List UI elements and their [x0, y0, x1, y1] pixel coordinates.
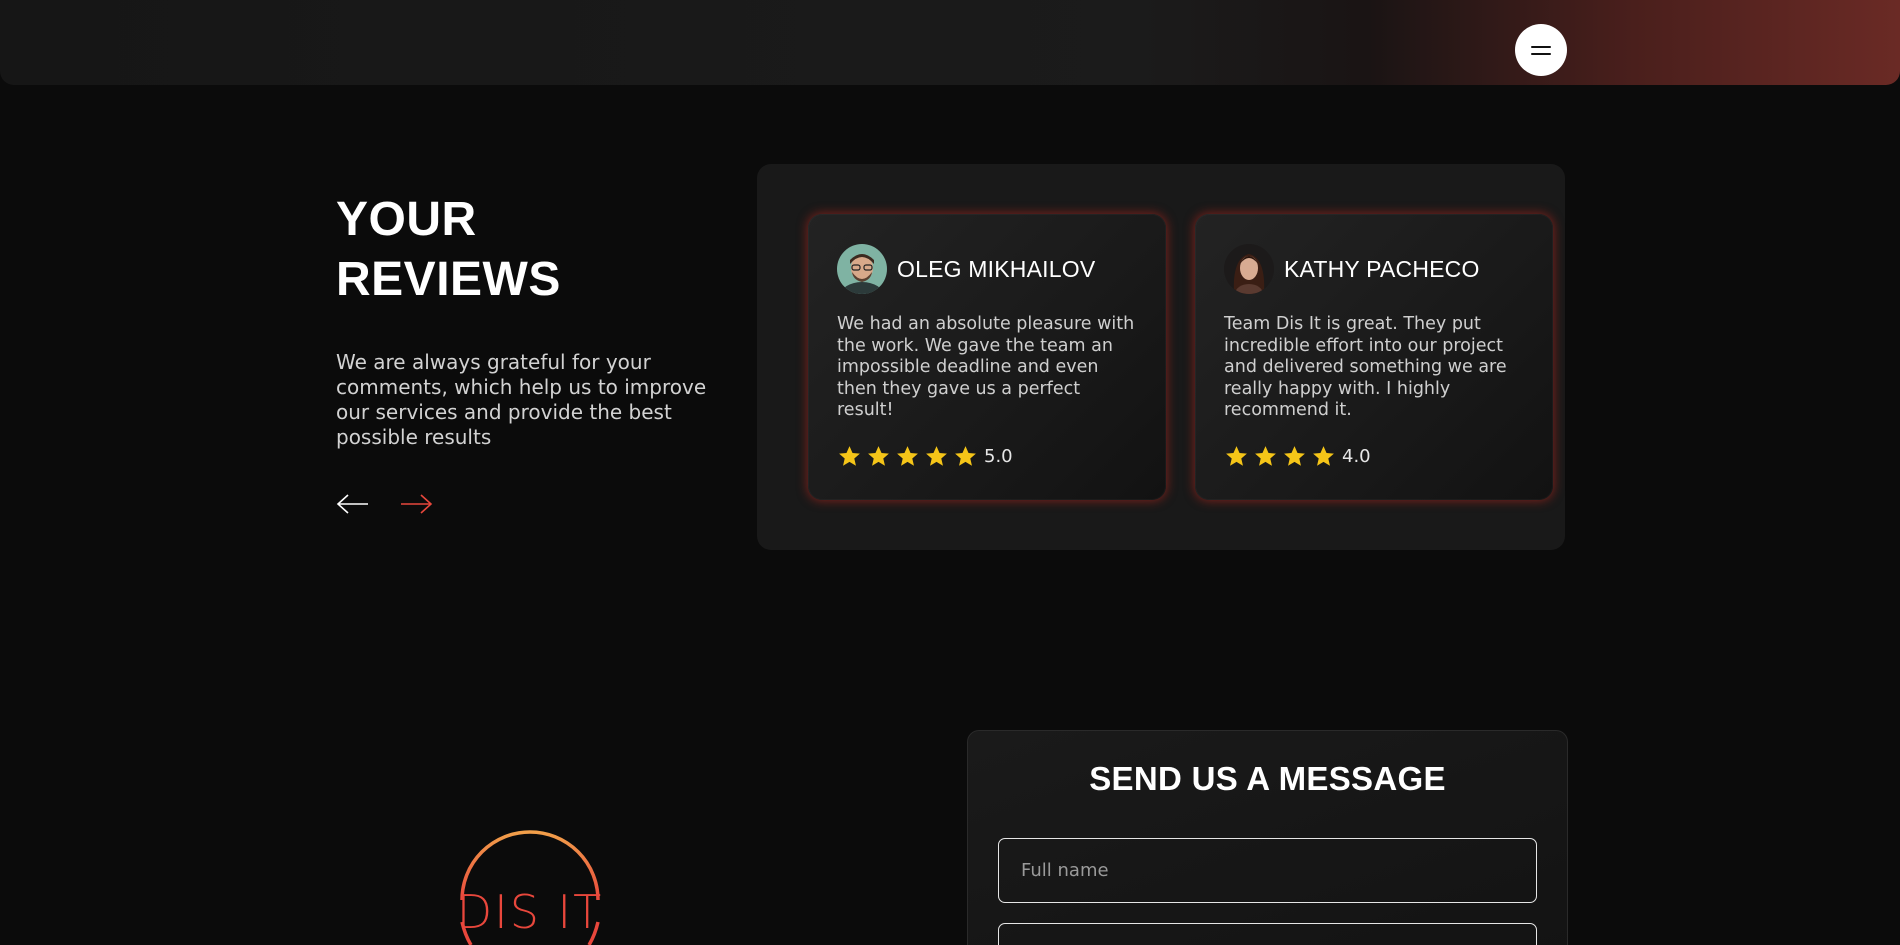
star-icon	[1284, 446, 1305, 466]
star-icon	[926, 446, 947, 466]
review-text: We had an absolute pleasure with the wor…	[837, 314, 1135, 420]
review-card-header: OLEG MIKHAILOV	[837, 244, 1095, 294]
review-card-header: KATHY PACHECO	[1224, 244, 1480, 294]
review-card: KATHY PACHECO Team Dis It is great. They…	[1195, 214, 1553, 500]
hamburger-menu-button[interactable]	[1515, 24, 1567, 76]
reviews-title-line-2: REVIEWS	[336, 253, 561, 306]
star-icon	[1255, 446, 1276, 466]
review-rating: 4.0	[1224, 444, 1371, 469]
reviews-title-line-1: YOUR	[336, 193, 477, 246]
contact-form-title: SEND US A MESSAGE	[1089, 760, 1446, 797]
avatar	[1224, 244, 1274, 294]
star-icon	[955, 446, 976, 466]
top-header-bar	[0, 0, 1900, 85]
logo-text: DIS IT	[457, 885, 603, 939]
review-rating: 5.0	[837, 444, 1013, 469]
reviewer-name: KATHY PACHECO	[1284, 255, 1480, 282]
avatar	[837, 244, 887, 294]
review-card: OLEG MIKHAILOV We had an absolute pleasu…	[808, 214, 1166, 500]
arrow-right-icon[interactable]	[399, 492, 433, 516]
full-name-input[interactable]	[998, 838, 1537, 903]
rating-score: 4.0	[1342, 446, 1371, 467]
rating-score: 5.0	[984, 446, 1013, 467]
review-text: Team Dis It is great. They put incredibl…	[1224, 314, 1507, 420]
hamburger-menu-icon	[1531, 45, 1551, 48]
star-icon	[897, 446, 918, 466]
star-icon	[868, 446, 889, 466]
arrow-left-icon[interactable]	[336, 492, 370, 516]
reviews-description: We are always grateful for your comments…	[336, 350, 707, 449]
star-icon	[839, 446, 860, 466]
reviews-section-title: YOUR REVIEWS	[336, 190, 561, 310]
star-icon	[1226, 446, 1247, 466]
reviewer-name: OLEG MIKHAILOV	[897, 255, 1096, 282]
dis-it-logo: DIS IT	[457, 830, 603, 945]
hamburger-menu-icon-bar	[1531, 52, 1551, 55]
contact-second-input[interactable]	[998, 923, 1537, 945]
star-icon	[1313, 446, 1334, 466]
